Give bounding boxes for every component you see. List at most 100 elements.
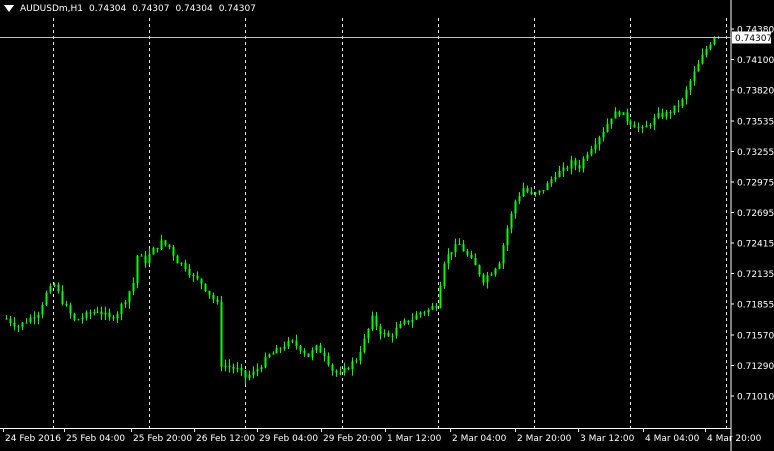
candle-body [518,196,521,202]
candle-body [570,160,573,169]
x-tick-label: 25 Feb 20:00 [133,434,192,444]
candle-body [423,312,426,314]
candle-body [9,318,12,323]
candle-body [427,309,430,313]
chart-header: AUDUSDm,H1 0.74304 0.74307 0.74304 0.74307 [20,4,262,14]
candle-body [431,306,434,310]
candle-body [112,317,115,319]
candle-body [128,291,131,303]
candle-body [602,131,605,138]
candle-body [132,283,135,292]
chart-window[interactable]: 24 Feb 2016 25 Feb 04:00 25 Feb 20:00 26 Fe… [0,0,774,451]
candle-body [81,317,84,320]
candle-body [152,247,155,255]
candle-body [17,326,20,328]
x-tick-label: 25 Feb 04:00 [66,434,125,444]
candle-body [371,315,374,330]
candle-body [260,367,263,370]
candle-body [566,167,569,169]
candle-body [367,329,370,339]
candle-body [458,244,461,246]
candle-body [33,317,36,319]
candle-body [303,350,306,354]
y-tick-label: 0.72415 [737,239,774,249]
candle-body [462,244,465,252]
candle-body [252,371,255,375]
candle-body [399,323,402,328]
candle-body [85,312,88,318]
candle-body [124,302,127,305]
price-chart[interactable]: 24 Feb 2016 25 Feb 04:00 25 Feb 20:00 26 Fe… [0,0,774,451]
candle-body [275,348,278,354]
candle-body [554,176,557,180]
candle-body [311,350,314,357]
candle-body [264,356,267,368]
candle-body [661,113,664,118]
x-tick-label: 24 Feb 2016 [5,434,61,444]
candle-body [57,284,60,292]
candle-body [351,361,354,370]
candle-body [626,112,629,122]
candle-body [669,112,672,114]
candle-body [443,263,446,286]
candle-body [343,368,346,373]
candle-body [498,263,501,269]
candle-body [220,301,223,367]
candle-body [37,314,40,318]
candle-body [359,351,362,361]
candle-body [156,247,159,249]
candle-body [403,320,406,324]
candle-body [96,311,99,313]
candle-body [713,37,716,45]
candle-body [232,366,235,369]
candle-body [49,286,52,293]
candle-body [610,118,613,124]
low-value: 0.74304 [175,4,213,14]
candle-body [649,125,652,127]
candle-body [248,374,251,378]
candle-body [383,332,386,335]
candle-body [470,254,473,259]
candle-body [693,71,696,81]
candle-body [677,105,680,107]
candle-body [697,63,700,72]
candle-body [391,335,394,337]
candle-body [144,255,147,264]
candle-body [450,252,453,255]
candle-body [629,121,632,125]
candle-body [327,355,330,365]
candle-body [705,48,708,55]
candle-body [168,244,171,247]
candle-body [614,111,617,119]
candle-body [73,313,76,320]
candle-body [574,160,577,166]
candle-body [69,305,72,314]
candle-body [200,278,203,284]
candle-body [665,112,668,118]
candle-body [61,291,64,305]
candle-body [204,283,207,291]
candle-body [411,319,414,323]
candle-body [395,327,398,336]
candle-body [586,154,589,159]
candle-body [590,149,593,155]
candle-body [116,314,119,319]
x-tick-label: 4 Mar 20:00 [707,434,762,444]
candle-body [331,364,334,371]
y-tick-label: 0.72975 [737,179,774,189]
candle-body [478,265,481,275]
candle-body [641,127,644,129]
candle-body [622,112,625,115]
chart-menu-icon[interactable] [4,5,14,12]
candle-body [506,228,509,246]
candle-body [681,99,684,106]
candle-body [53,284,56,287]
candle-body [136,255,139,284]
candle-body [514,201,517,214]
candle-body [148,254,151,264]
x-tick-label: 29 Feb 20:00 [323,434,382,444]
candle-body [379,326,382,335]
candle-body [272,353,275,355]
candle-body [502,245,505,264]
candle-body [228,365,231,367]
